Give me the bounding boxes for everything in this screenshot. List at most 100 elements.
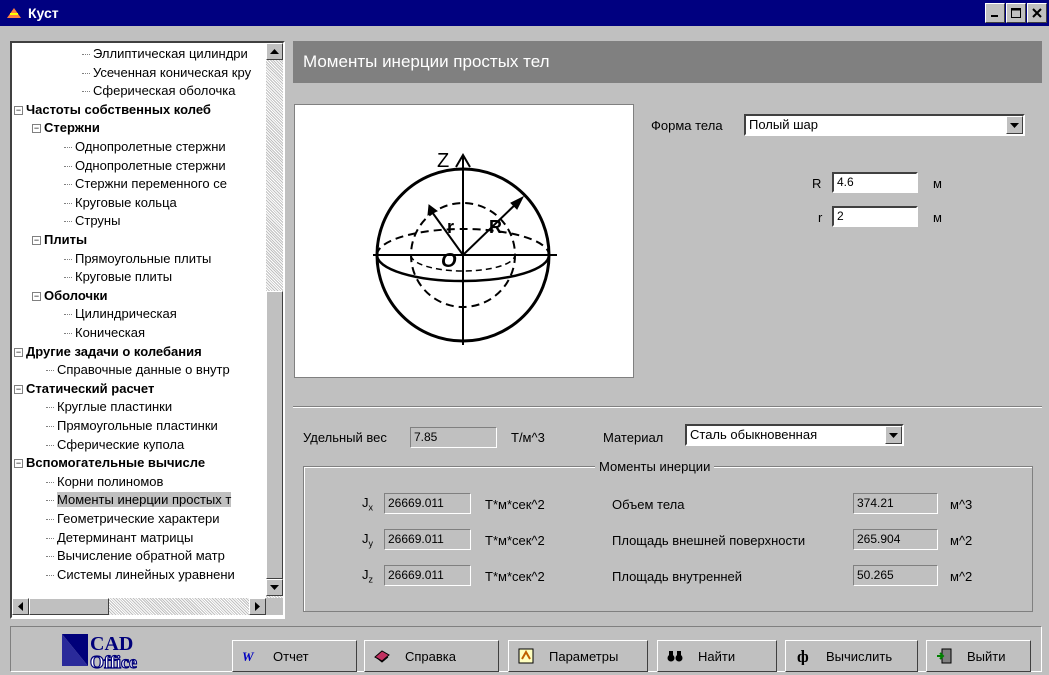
tree-connector: [46, 426, 54, 428]
tree-item[interactable]: − Стержни: [32, 119, 100, 137]
help-button[interactable]: Справка: [364, 640, 499, 672]
vertical-scrollbar[interactable]: [266, 43, 283, 598]
tree-item[interactable]: Сферическая оболочка: [82, 82, 235, 100]
collapse-toggle-icon[interactable]: −: [14, 459, 23, 469]
close-button[interactable]: [1027, 3, 1047, 23]
outer-area-label: Площадь внешней поверхности: [612, 533, 806, 548]
tree-item[interactable]: Круглые пластинки: [46, 398, 172, 416]
chevron-down-icon: [889, 432, 898, 438]
app-icon: [6, 6, 22, 20]
tree-connector: [46, 500, 54, 502]
tree-item[interactable]: Сферические купола: [46, 436, 184, 454]
tree-item[interactable]: Цилиндрическая: [64, 305, 177, 323]
tree-item[interactable]: − Частоты собственных колеб: [14, 101, 211, 119]
tree-item[interactable]: − Другие задачи о колебания: [14, 343, 202, 361]
svg-text:Office: Office: [90, 652, 137, 670]
tree-connector: [46, 519, 54, 521]
material-dropdown-button[interactable]: [885, 426, 902, 444]
tree-item[interactable]: Вычисление обратной матр: [46, 547, 225, 565]
svg-text:W: W: [242, 649, 255, 663]
tree-item[interactable]: − Статический расчет: [14, 380, 154, 398]
calculate-button[interactable]: ф Вычислить: [785, 640, 918, 672]
calculate-icon: ф: [794, 647, 812, 665]
tree-item-label: Прямоугольные пластинки: [57, 418, 218, 433]
tree-item-label: Детерминант матрицы: [57, 529, 194, 545]
tree-item[interactable]: − Оболочки: [32, 287, 108, 305]
collapse-toggle-icon[interactable]: −: [14, 384, 23, 394]
collapse-toggle-icon[interactable]: −: [14, 347, 23, 357]
tree-item[interactable]: Круговые кольца: [64, 194, 177, 212]
tree-item-label: Круговые кольца: [75, 194, 177, 210]
tree-item-label: Однопролетные стержни: [75, 139, 226, 154]
shape-dropdown-button[interactable]: [1006, 116, 1023, 134]
close-icon: [1032, 8, 1042, 18]
tree-item[interactable]: Детерминант матрицы: [46, 529, 193, 547]
tree-item-label: Струны: [75, 213, 121, 229]
scroll-up-button[interactable]: [266, 43, 283, 60]
tree-item[interactable]: Однопролетные стержни: [64, 138, 226, 156]
tree-items: Эллиптическая цилиндри Усеченная коническ…: [12, 43, 266, 598]
tree-connector: [46, 537, 54, 539]
find-button[interactable]: Найти: [657, 640, 777, 672]
tree-item[interactable]: Системы линейных уравнени: [46, 566, 235, 584]
tree-item-label: Коническая: [75, 325, 145, 340]
tree-connector: [64, 202, 72, 204]
horizontal-scrollbar[interactable]: [12, 598, 266, 615]
tree-connector: [82, 54, 90, 56]
help-book-icon: [373, 647, 391, 665]
hscroll-thumb[interactable]: [29, 598, 109, 615]
scroll-left-button[interactable]: [12, 598, 29, 615]
exit-button[interactable]: Выйти: [926, 640, 1031, 672]
inner-area-value: 50.265: [853, 565, 938, 586]
tree-item-label: Круговые плиты: [75, 269, 173, 285]
parameters-button[interactable]: Параметры: [508, 640, 648, 672]
tree-item-label: Частоты собственных колеб: [26, 101, 211, 117]
tree-item[interactable]: Эллиптическая цилиндри: [82, 45, 248, 63]
window-title: Куст: [28, 5, 59, 21]
tree-item-label: Усеченная коническая кру: [93, 64, 252, 80]
tree-item[interactable]: − Плиты: [32, 231, 87, 249]
minimize-button[interactable]: [985, 3, 1005, 23]
scroll-right-button[interactable]: [249, 598, 266, 615]
arrow-left-icon: [17, 602, 23, 611]
collapse-toggle-icon[interactable]: −: [32, 236, 41, 246]
tree-item[interactable]: Геометрические характери: [46, 510, 220, 528]
tree-view[interactable]: Эллиптическая цилиндри Усеченная коническ…: [10, 41, 285, 619]
R-input[interactable]: 4.6: [832, 172, 918, 193]
tree-item[interactable]: Усеченная коническая кру: [82, 64, 251, 82]
jy-value: 26669.011: [384, 529, 471, 550]
shape-select[interactable]: Полый шар: [744, 114, 1025, 136]
scroll-down-button[interactable]: [266, 579, 283, 596]
tree-item-label: Вспомогательные вычисле: [26, 455, 206, 471]
tree-item-label: Эллиптическая цилиндри: [93, 46, 248, 61]
tree-item[interactable]: Моменты инерции простых т: [46, 491, 232, 509]
word-icon: W: [241, 647, 259, 665]
tree-item[interactable]: Прямоугольные плиты: [64, 250, 211, 268]
volume-label: Объем тела: [612, 497, 685, 512]
tree-item-label: Стержни переменного се: [75, 176, 227, 192]
z-axis-label: Z: [437, 150, 449, 172]
tree-item[interactable]: Однопролетные стержни: [64, 157, 226, 175]
tree-item[interactable]: Корни полиномов: [46, 473, 163, 491]
tree-item[interactable]: − Вспомогательные вычисле: [14, 454, 205, 472]
report-button[interactable]: W Отчет: [232, 640, 357, 672]
tree-item[interactable]: Струны: [64, 212, 120, 230]
tree-item[interactable]: Стержни переменного се: [64, 175, 227, 193]
tree-item[interactable]: Круговые плиты: [64, 268, 172, 286]
moments-group-title: Моменты инерции: [595, 459, 715, 474]
tree-item[interactable]: Коническая: [64, 324, 145, 342]
help-button-label: Справка: [405, 648, 456, 664]
material-select[interactable]: Сталь обыкновенная: [685, 424, 904, 446]
collapse-toggle-icon[interactable]: −: [14, 105, 23, 115]
collapse-toggle-icon[interactable]: −: [32, 291, 41, 301]
maximize-button[interactable]: [1006, 3, 1026, 23]
maximize-icon: [1011, 8, 1021, 18]
tree-item[interactable]: Справочные данные о внутр: [46, 361, 230, 379]
jy-unit: Т*м*сек^2: [485, 533, 545, 548]
tree-item[interactable]: Прямоугольные пластинки: [46, 417, 218, 435]
r-input[interactable]: 2: [832, 206, 918, 227]
tree-connector: [82, 72, 90, 74]
calculate-button-label: Вычислить: [826, 648, 893, 664]
scroll-thumb[interactable]: [266, 291, 283, 579]
collapse-toggle-icon[interactable]: −: [32, 124, 41, 134]
